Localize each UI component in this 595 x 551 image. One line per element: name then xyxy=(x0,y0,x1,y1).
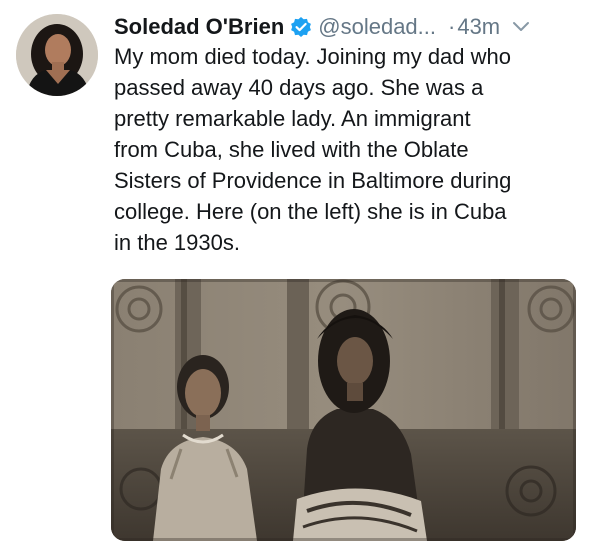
tweet-text-line: passed away 40 days ago. She was a xyxy=(114,75,484,100)
tweet-text-line: in the 1930s. xyxy=(114,230,240,255)
verified-badge-icon xyxy=(290,16,312,38)
tweet-text: My mom died today. Joining my dad who pa… xyxy=(114,41,584,258)
tweet-text-line: pretty remarkable lady. An immigrant xyxy=(114,106,471,131)
author-display-name[interactable]: Soledad O'Brien xyxy=(114,14,284,40)
author-handle[interactable]: @soledad... xyxy=(318,14,436,40)
separator-dot: · xyxy=(448,14,456,39)
tweet-text-line: My mom died today. Joining my dad who xyxy=(114,44,511,69)
tweet-photo[interactable] xyxy=(111,279,576,541)
tweet[interactable]: Soledad O'Brien @soledad... · 43m My mom… xyxy=(0,0,595,551)
tweet-timestamp[interactable]: 43m xyxy=(457,14,500,40)
tweet-text-line: from Cuba, she lived with the Oblate xyxy=(114,137,469,162)
tweet-text-line: Sisters of Providence in Baltimore durin… xyxy=(114,168,512,193)
avatar[interactable] xyxy=(16,14,98,96)
tweet-text-line: college. Here (on the left) she is in Cu… xyxy=(114,199,507,224)
chevron-down-icon[interactable] xyxy=(512,18,530,36)
tweet-header: Soledad O'Brien @soledad... · 43m xyxy=(114,12,584,42)
